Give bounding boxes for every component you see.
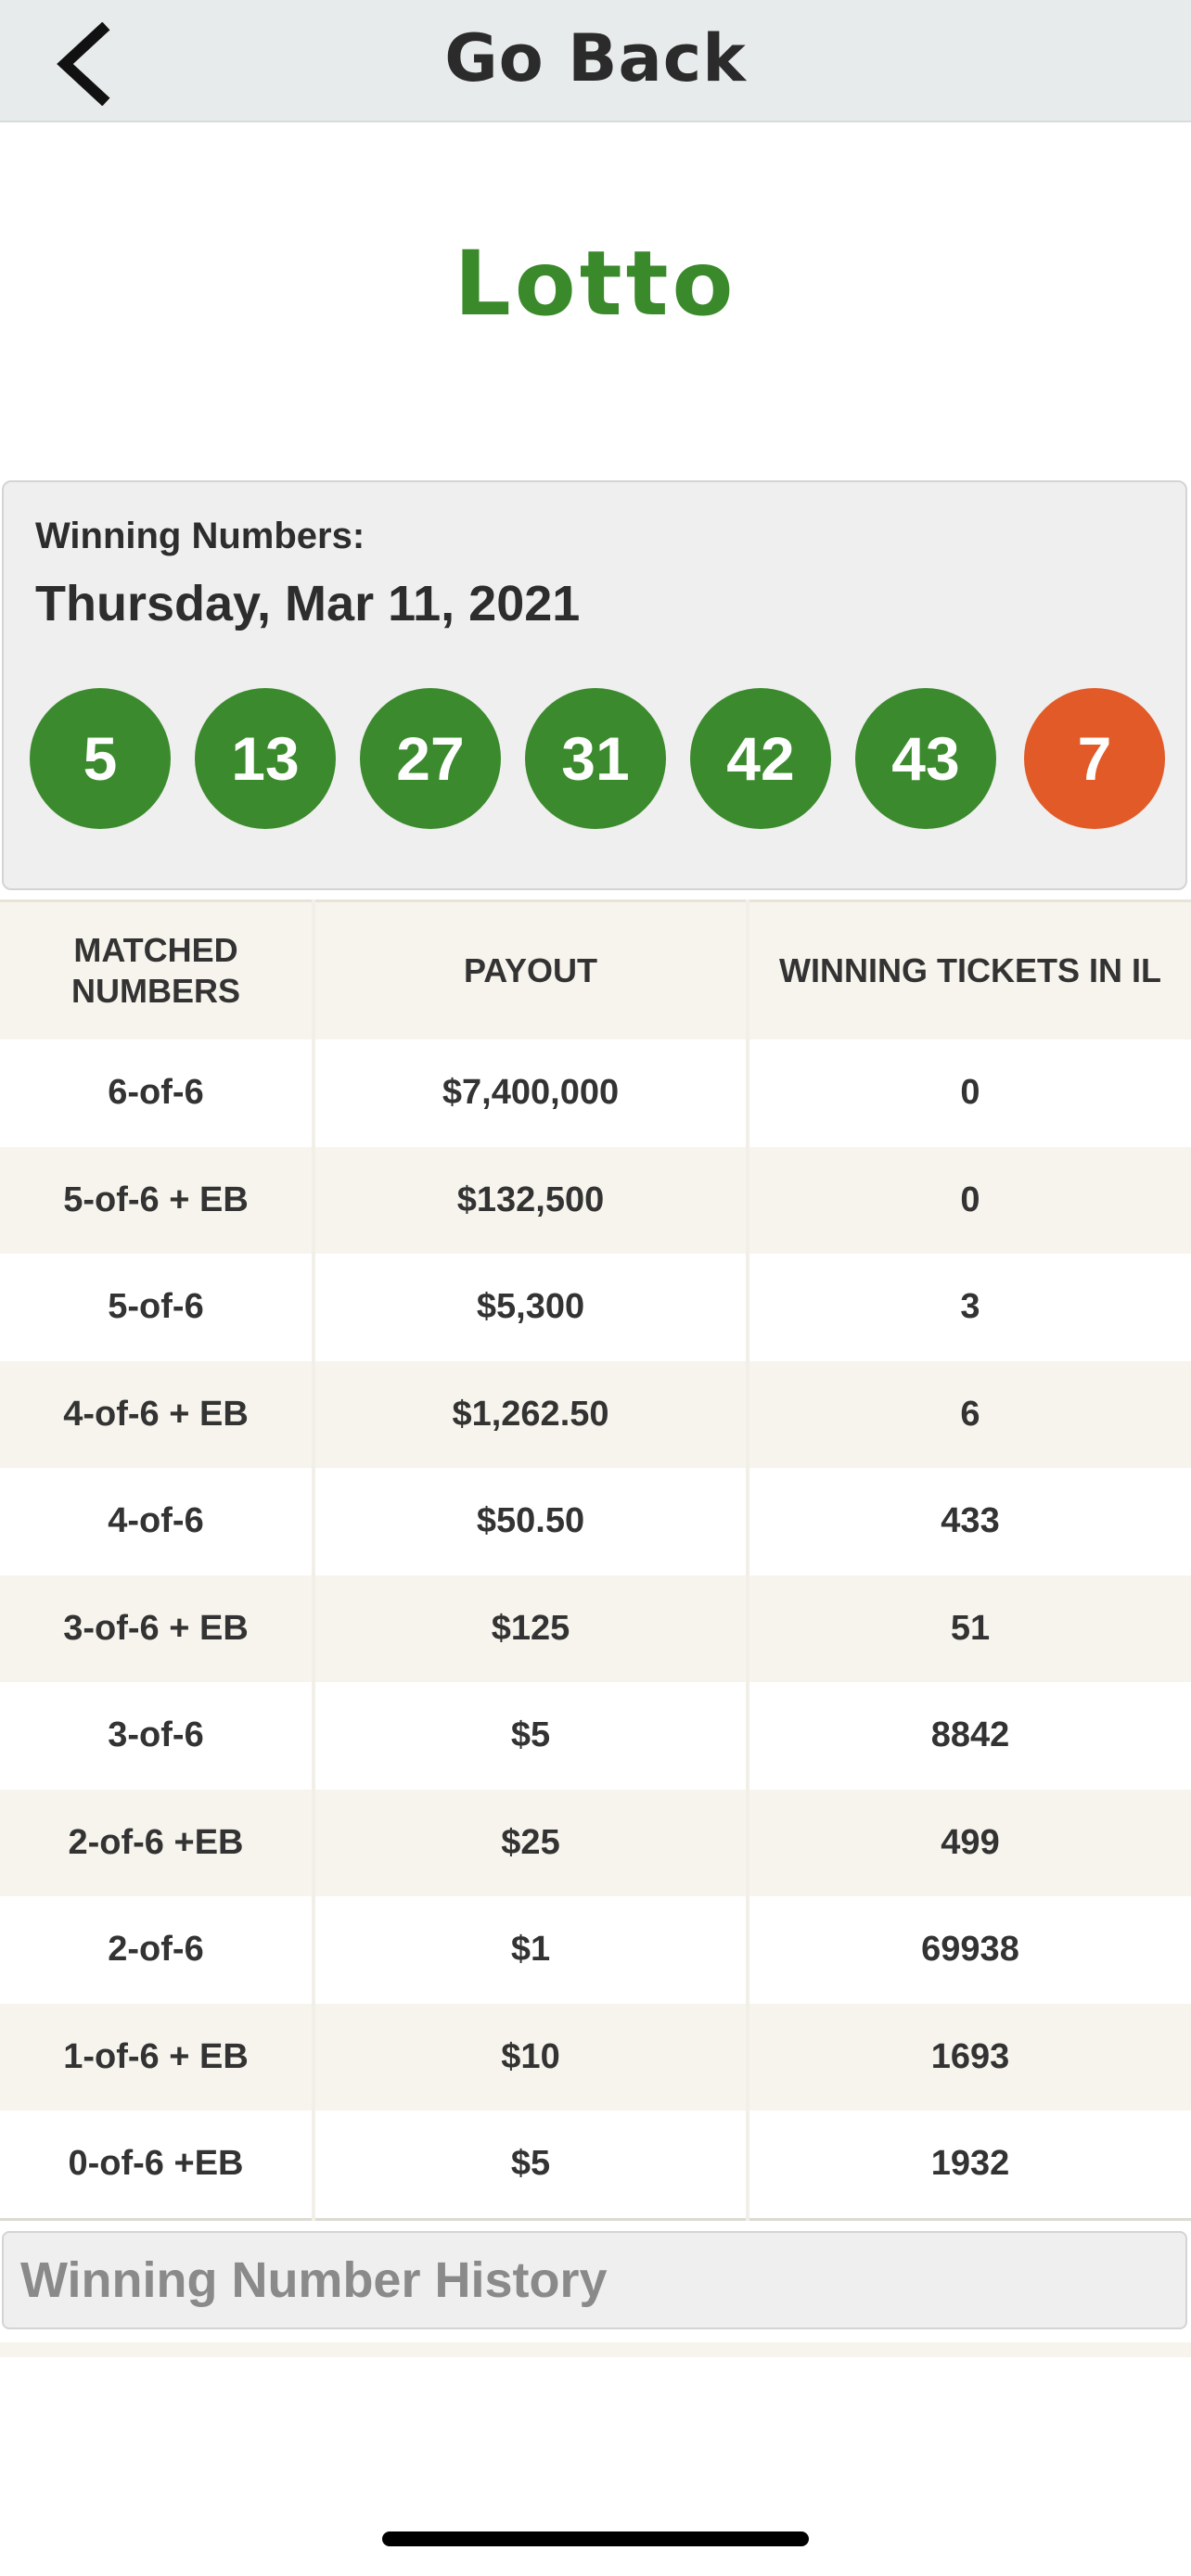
tickets-cell: 1932 — [746, 2111, 1191, 2219]
table-row: 5-of-6 $5,300 3 — [0, 1254, 1191, 1361]
tickets-cell: 3 — [746, 1254, 1191, 1361]
payout-cell: $5 — [312, 1682, 748, 1790]
matched-cell: 3-of-6 + EB — [0, 1575, 314, 1682]
tickets-cell: 0 — [746, 1146, 1191, 1254]
matched-cell: 1-of-6 + EB — [0, 2003, 314, 2111]
payout-cell: $5 — [312, 2111, 748, 2219]
payout-cell: $7,400,000 — [312, 1039, 748, 1147]
payout-cell: $5,300 — [312, 1254, 748, 1361]
matched-cell: 4-of-6 + EB — [0, 1360, 314, 1468]
number-ball: 31 — [525, 688, 666, 829]
go-back-button[interactable]: Go Back — [0, 20, 1191, 96]
payout-cell: $10 — [312, 2003, 748, 2111]
table-row: 5-of-6 + EB $132,500 0 — [0, 1146, 1191, 1254]
payout-cell: $125 — [312, 1575, 748, 1682]
table-row: 0-of-6 +EB $5 1932 — [0, 2111, 1191, 2219]
history-title: Winning Number History — [20, 2252, 608, 2308]
payout-cell: $1 — [312, 1896, 748, 2004]
matched-cell: 3-of-6 — [0, 1682, 314, 1790]
draw-date: Thursday, Mar 11, 2021 — [35, 576, 581, 631]
history-content-edge — [0, 2342, 1191, 2357]
winning-numbers-label: Winning Numbers: — [35, 516, 365, 556]
tickets-cell: 0 — [746, 1039, 1191, 1147]
winning-tickets-header: WINNING TICKETS IN IL — [746, 900, 1191, 1039]
number-ball: 42 — [690, 688, 831, 829]
payout-table: MATCHED NUMBERS PAYOUT WINNING TICKETS I… — [0, 899, 1191, 2221]
payout-header: PAYOUT — [312, 900, 748, 1039]
table-row: 2-of-6 +EB $25 499 — [0, 1789, 1191, 1896]
winning-numbers-panel: Winning Numbers: Thursday, Mar 11, 2021 … — [2, 480, 1187, 890]
table-row: 2-of-6 $1 69938 — [0, 1896, 1191, 2004]
tickets-cell: 69938 — [746, 1896, 1191, 2004]
number-ball: 43 — [855, 688, 996, 829]
number-ball: 5 — [30, 688, 171, 829]
tickets-cell: 499 — [746, 1789, 1191, 1896]
extra-ball: 7 — [1024, 688, 1165, 829]
number-balls: 5 13 27 31 42 43 7 — [30, 688, 1171, 829]
game-title: Lotto — [454, 232, 737, 336]
home-indicator[interactable] — [382, 2531, 809, 2546]
matched-cell: 0-of-6 +EB — [0, 2111, 314, 2219]
payout-cell: $132,500 — [312, 1146, 748, 1254]
winning-number-history-toggle[interactable]: Winning Number History — [2, 2231, 1187, 2329]
table-row: 4-of-6 $50.50 433 — [0, 1468, 1191, 1575]
tickets-cell: 6 — [746, 1360, 1191, 1468]
tickets-cell: 8842 — [746, 1682, 1191, 1790]
matched-cell: 4-of-6 — [0, 1468, 314, 1575]
matched-cell: 5-of-6 + EB — [0, 1146, 314, 1254]
payout-cell: $1,262.50 — [312, 1360, 748, 1468]
table-row: 6-of-6 $7,400,000 0 — [0, 1039, 1191, 1147]
top-nav-bar: Go Back — [0, 0, 1191, 122]
number-ball: 27 — [360, 688, 501, 829]
matched-cell: 5-of-6 — [0, 1254, 314, 1361]
matched-cell: 6-of-6 — [0, 1039, 314, 1147]
table-header-row: MATCHED NUMBERS PAYOUT WINNING TICKETS I… — [0, 900, 1191, 1039]
matched-cell: 2-of-6 +EB — [0, 1789, 314, 1896]
tickets-cell: 51 — [746, 1575, 1191, 1682]
tickets-cell: 433 — [746, 1468, 1191, 1575]
payout-cell: $25 — [312, 1789, 748, 1896]
table-row: 3-of-6 + EB $125 51 — [0, 1575, 1191, 1682]
tickets-cell: 1693 — [746, 2003, 1191, 2111]
table-row: 4-of-6 + EB $1,262.50 6 — [0, 1360, 1191, 1468]
matched-cell: 2-of-6 — [0, 1896, 314, 2004]
payout-cell: $50.50 — [312, 1468, 748, 1575]
table-row: 3-of-6 $5 8842 — [0, 1682, 1191, 1790]
number-ball: 13 — [195, 688, 336, 829]
table-row: 1-of-6 + EB $10 1693 — [0, 2003, 1191, 2111]
matched-numbers-header: MATCHED NUMBERS — [0, 900, 314, 1039]
